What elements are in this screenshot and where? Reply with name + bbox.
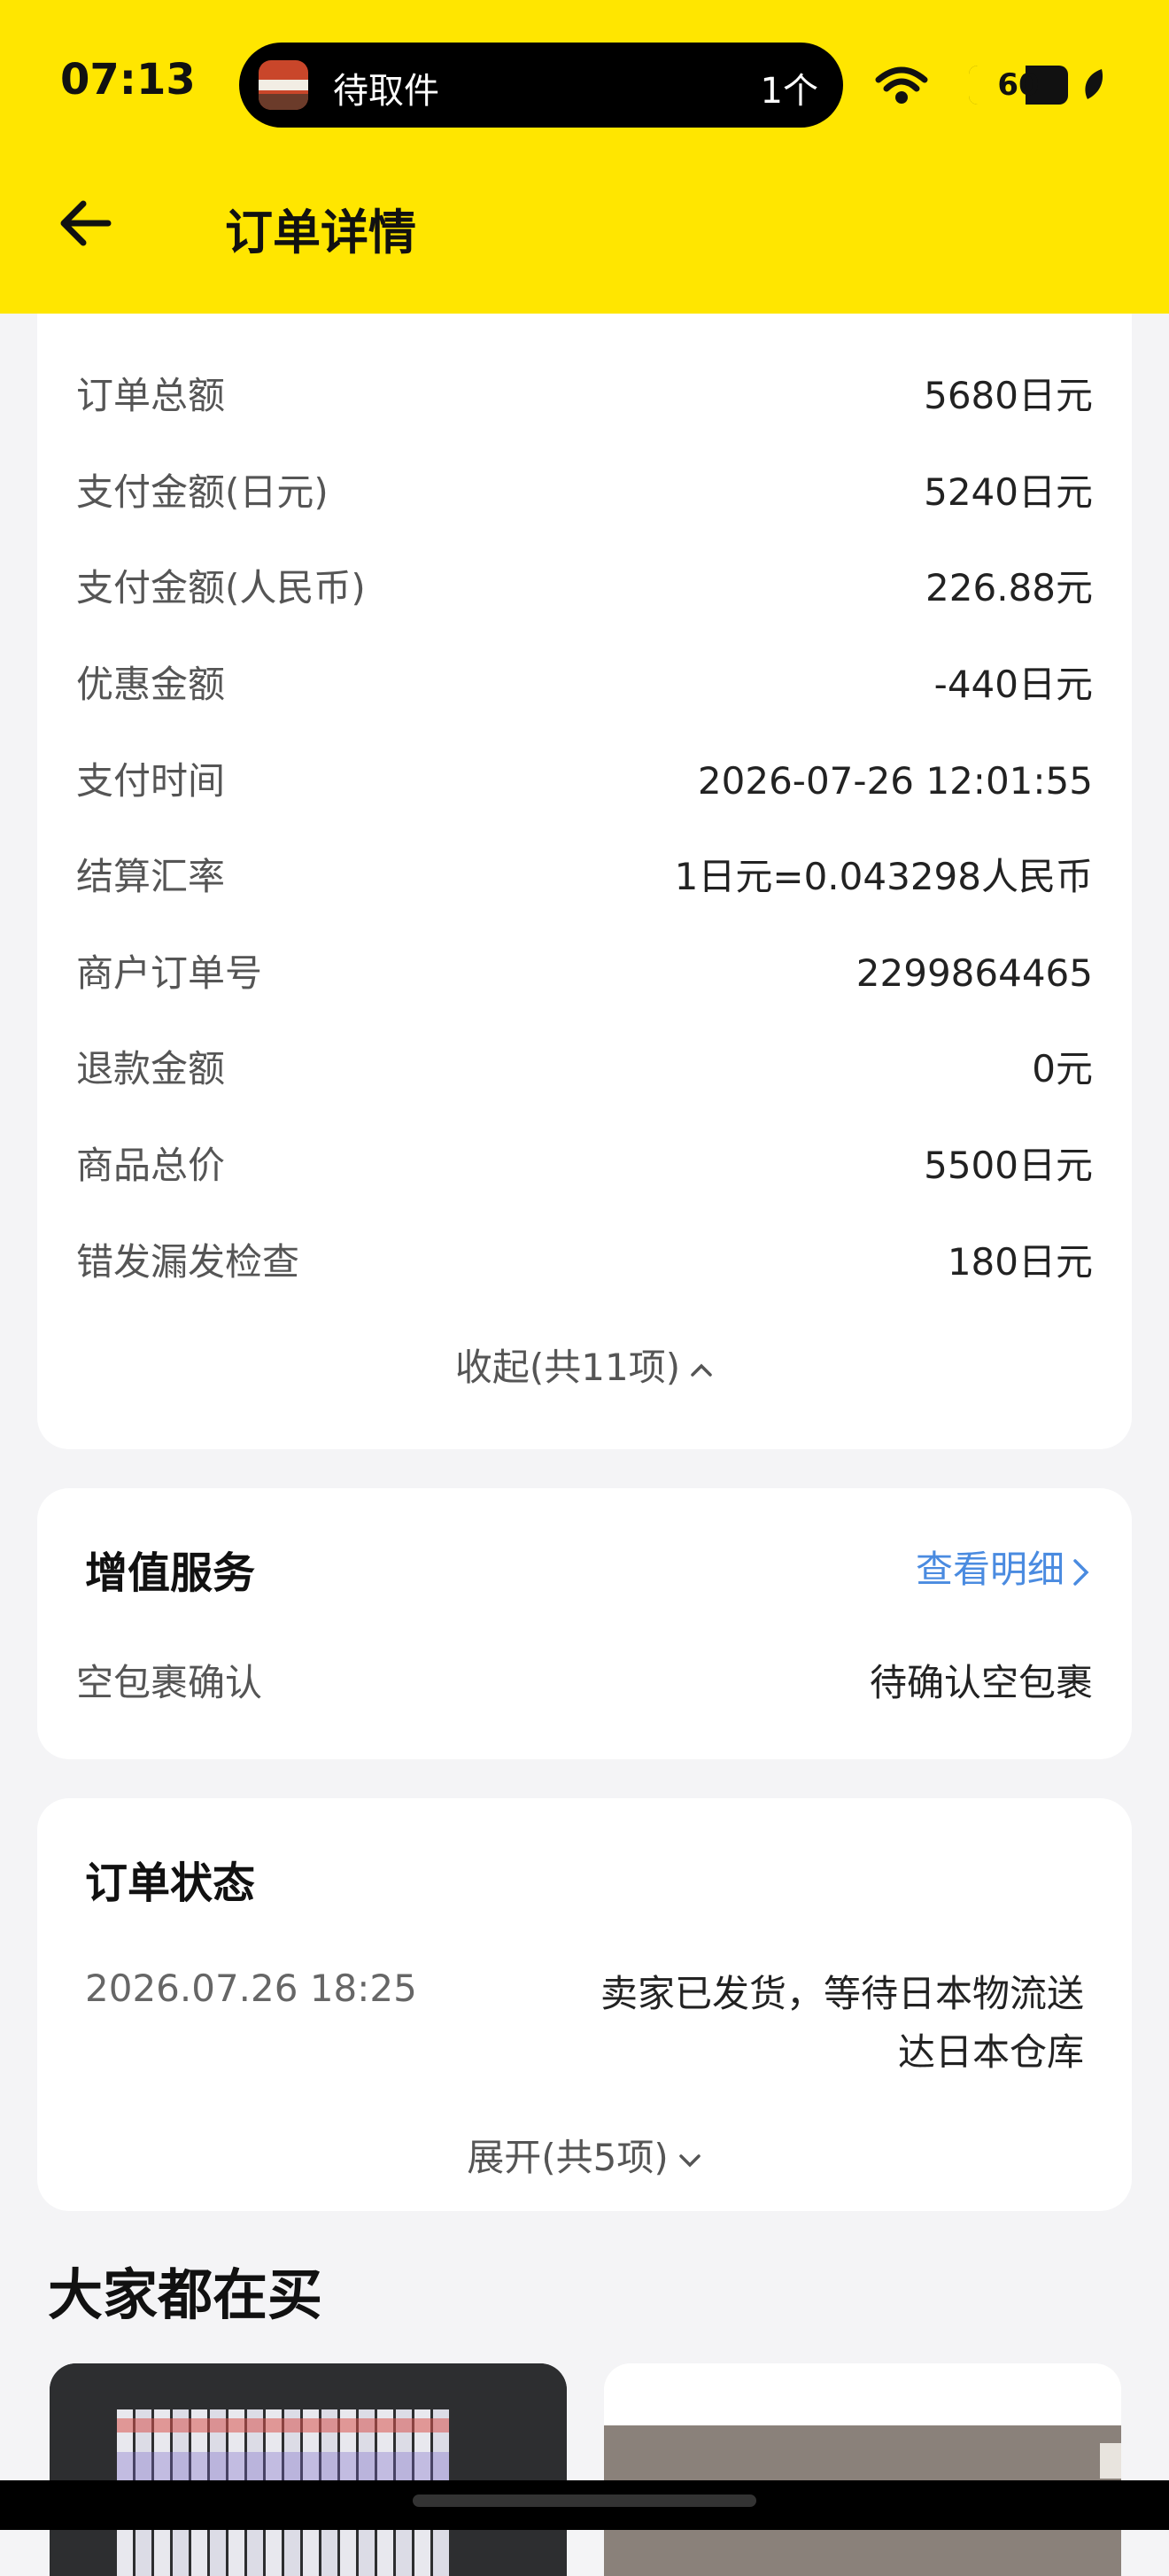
back-arrow-icon[interactable] [53, 190, 120, 257]
dynamic-island[interactable]: 待取件 1个 [239, 43, 843, 128]
island-label: 待取件 [333, 71, 439, 112]
view-detail-label: 查看明细 [915, 1548, 1064, 1591]
page-title: 订单详情 [225, 205, 416, 260]
row-value: -440日元 [933, 663, 1093, 706]
status-time: 2026.07.26 18:25 [85, 1967, 417, 2010]
row-label: 错发漏发检查 [76, 1240, 300, 1284]
row-label: 商户订单号 [76, 951, 263, 995]
row-label: 订单总额 [76, 374, 226, 417]
order-info-row: 错发漏发检查 180日元 [76, 1236, 1093, 1289]
product-image [50, 2363, 567, 2576]
battery-level: 60 [997, 67, 1040, 103]
wifi-icon [875, 66, 928, 104]
value-added-card: 增值服务 查看明细 空包裹确认 待确认空包裹 [37, 1488, 1132, 1759]
row-value: 226.88元 [925, 566, 1093, 609]
product-card[interactable] [50, 2363, 567, 2576]
row-label: 支付金额(人民币) [76, 566, 366, 609]
order-info-row: 结算汇率 1日元=0.043298人民币 [76, 850, 1093, 904]
row-value: 2026-07-26 12:01:55 [697, 759, 1093, 803]
chevron-down-icon [679, 2153, 701, 2167]
row-label: 商品总价 [76, 1144, 226, 1187]
expand-label: 展开(共5项) [467, 2136, 669, 2179]
order-info-row: 支付金额(人民币) 226.88元 [76, 562, 1093, 615]
row-label: 支付金额(日元) [76, 470, 329, 514]
chevron-right-icon [1073, 1558, 1089, 1586]
home-indicator[interactable] [413, 2495, 756, 2507]
status-time: 07:13 [60, 55, 196, 105]
row-value: 5500日元 [924, 1144, 1093, 1187]
order-info-card: 订单总额 5680日元 支付金额(日元) 5240日元 支付金额(人民币) 22… [37, 266, 1132, 1449]
order-info-row: 订单总额 5680日元 [76, 369, 1093, 423]
empty-package-row: 空包裹确认 待确认空包裹 [76, 1657, 1093, 1710]
leaf-icon [1085, 69, 1103, 99]
product-image [604, 2363, 1121, 2576]
order-info-row: 退款金额 0元 [76, 1043, 1093, 1096]
product-card[interactable] [604, 2363, 1121, 2576]
view-detail-link[interactable]: 查看明细 [916, 1540, 1091, 1594]
collapse-label: 收起(共11项) [454, 1346, 681, 1389]
row-value: 1日元=0.043298人民币 [674, 855, 1093, 898]
expand-toggle[interactable]: 展开(共5项) [37, 2128, 1132, 2182]
order-info-row: 支付金额(日元) 5240日元 [76, 466, 1093, 519]
row-label: 空包裹确认 [76, 1661, 263, 1704]
row-value: 2299864465 [855, 951, 1093, 995]
parcel-app-icon [259, 60, 308, 110]
order-info-row: 优惠金额 -440日元 [76, 658, 1093, 711]
order-info-row: 商品总价 5500日元 [76, 1139, 1093, 1192]
row-label: 结算汇率 [76, 855, 226, 898]
status-message: 卖家已发货，等待日本物流送 达日本仓库 [600, 1965, 1084, 2082]
collapse-toggle[interactable]: 收起(共11项) [37, 1338, 1132, 1392]
order-info-row: 支付时间 2026-07-26 12:01:55 [76, 755, 1093, 808]
battery-icon: 60 [969, 66, 1068, 105]
row-value: 0元 [1032, 1047, 1093, 1090]
value-added-title: 增值服务 [85, 1548, 256, 1598]
order-status-title: 订单状态 [85, 1858, 256, 1908]
chevron-up-icon [691, 1363, 712, 1377]
recommend-title: 大家都在买 [48, 2262, 323, 2327]
status-indicators: 60 [841, 62, 1107, 106]
status-message-line: 卖家已发货，等待日本物流送 [600, 1972, 1084, 2015]
row-label: 退款金额 [76, 1047, 226, 1090]
row-value: 5240日元 [924, 470, 1093, 514]
status-message-line: 达日本仓库 [897, 2030, 1084, 2074]
app-header: 07:13 待取件 1个 60 订单详情 [0, 0, 1169, 314]
row-value: 5680日元 [924, 374, 1093, 417]
row-label: 优惠金额 [76, 663, 226, 706]
row-value: 180日元 [947, 1240, 1093, 1284]
row-value: 待确认空包裹 [869, 1661, 1093, 1704]
row-label: 支付时间 [76, 759, 226, 803]
system-nav-bar [0, 2480, 1169, 2530]
order-info-row: 商户订单号 2299864465 [76, 947, 1093, 1000]
island-count: 1个 [760, 71, 818, 112]
order-status-card: 订单状态 2026.07.26 18:25 卖家已发货，等待日本物流送 达日本仓… [37, 1798, 1132, 2211]
